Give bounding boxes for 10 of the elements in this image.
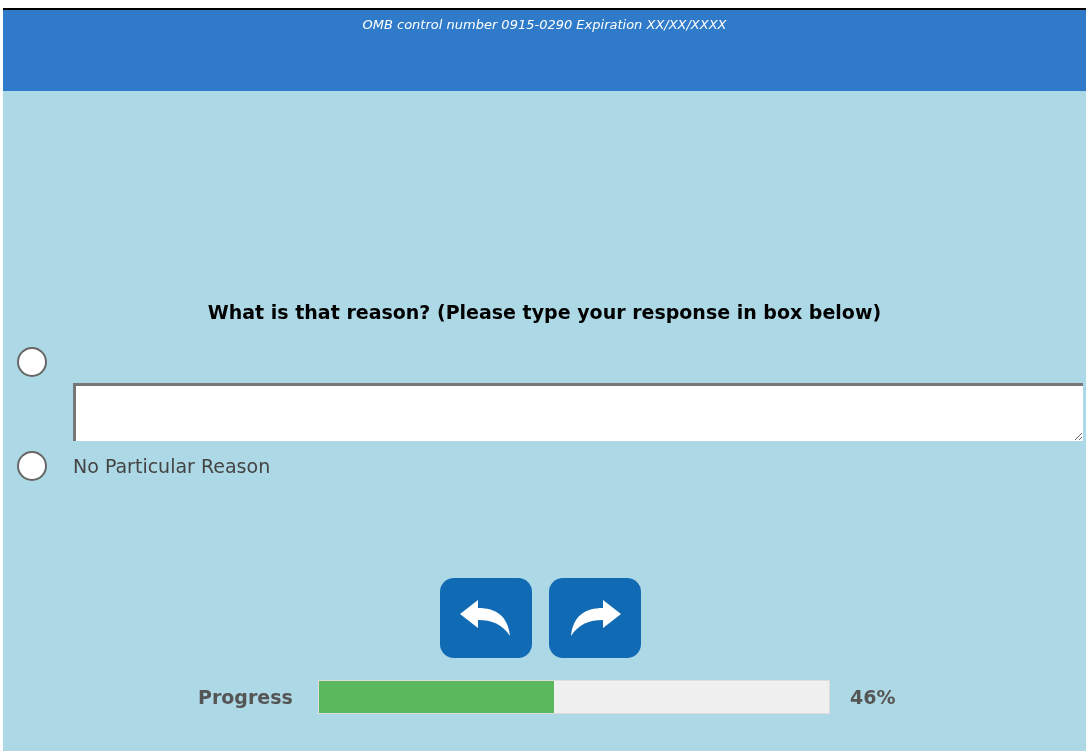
omb-notice: OMB control number 0915-0290 Expiration XX/XX/XXXX bbox=[362, 17, 727, 32]
back-button[interactable] bbox=[440, 578, 532, 658]
progress-label: Progress bbox=[198, 686, 294, 708]
question-prompt: What is that reason? (Please type your response in box below) bbox=[206, 301, 883, 323]
progress-percent: 46% bbox=[850, 686, 896, 708]
radio-button[interactable] bbox=[17, 451, 47, 481]
next-button[interactable] bbox=[549, 578, 641, 658]
option-label: No Particular Reason bbox=[73, 455, 271, 477]
response-field[interactable] bbox=[73, 383, 1083, 441]
radio-button[interactable] bbox=[17, 347, 47, 377]
